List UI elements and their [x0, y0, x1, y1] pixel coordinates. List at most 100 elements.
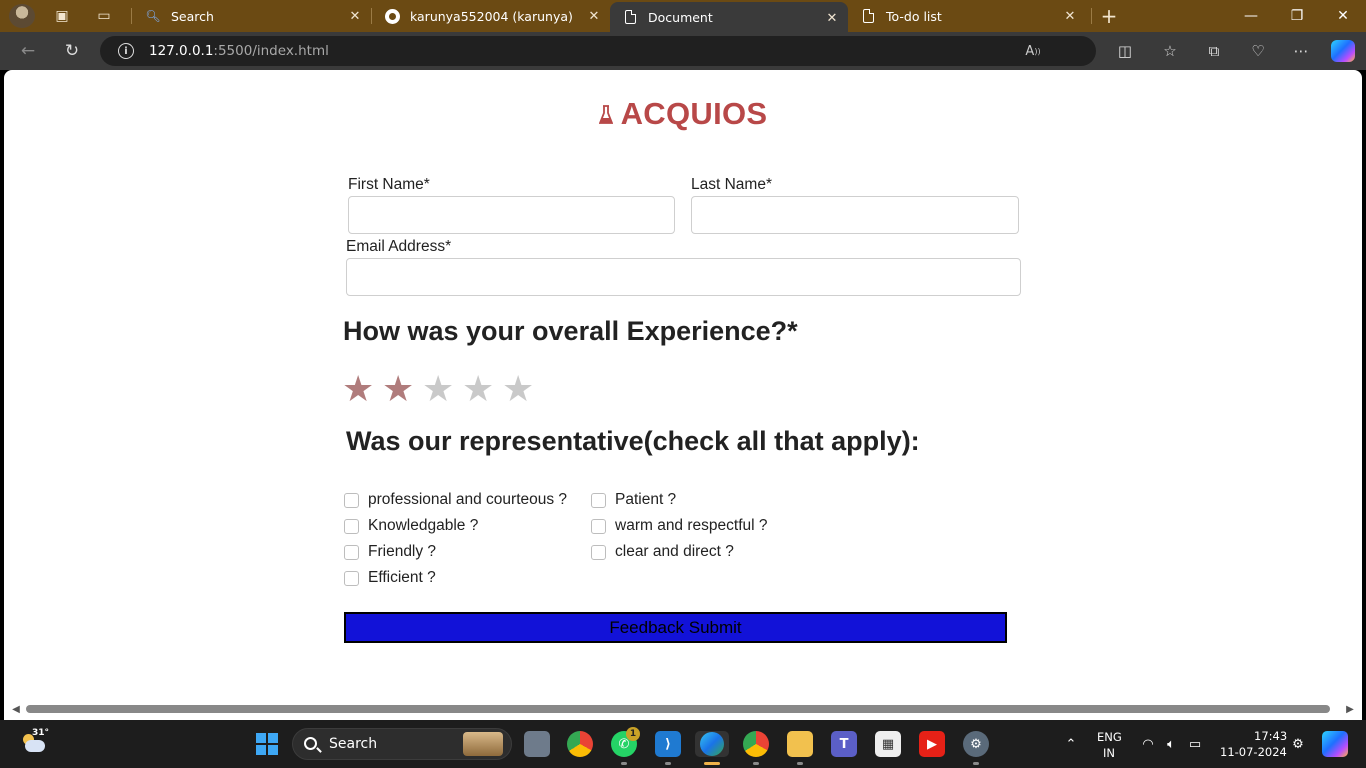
copilot-icon[interactable]	[1331, 40, 1355, 62]
checkbox[interactable]	[344, 544, 359, 560]
document-icon	[860, 8, 876, 24]
scroll-right-icon[interactable]: ▶	[1344, 703, 1356, 715]
language-indicator[interactable]: ENG	[1097, 730, 1122, 744]
horizontal-scrollbar[interactable]: ◀ ▶	[4, 700, 1362, 718]
refresh-icon[interactable]: ↻	[60, 40, 84, 62]
notification-icon[interactable]: ⚙	[1289, 735, 1307, 753]
favorites-icon[interactable]: ☆	[1160, 41, 1180, 61]
scrollbar-thumb[interactable]	[26, 705, 1330, 713]
rating-star-icon[interactable]: ★	[502, 368, 534, 412]
checkbox-patient[interactable]: Patient ?	[591, 491, 676, 509]
taskbar-search[interactable]: Search	[292, 728, 512, 760]
chrome-profile-icon[interactable]	[743, 731, 769, 757]
vscode-icon[interactable]: ⟩	[655, 731, 681, 757]
browser-toolbar: ← ↻ i 127.0.0.1:5500/index.html A)) ★ ◫ …	[0, 32, 1366, 353]
checkbox[interactable]	[591, 492, 606, 508]
first-name-input[interactable]	[348, 196, 675, 234]
wifi-icon[interactable]: ◠	[1139, 735, 1157, 753]
checkbox-label: Efficient ?	[368, 569, 436, 586]
checkbox[interactable]	[344, 570, 359, 586]
copilot-taskbar-icon[interactable]	[1322, 731, 1348, 757]
split-screen-icon[interactable]: ◫	[1115, 41, 1135, 61]
settings-icon[interactable]: ⚙	[963, 731, 989, 757]
running-indicator	[973, 762, 979, 765]
document-icon	[622, 9, 638, 25]
tab-separator	[1091, 8, 1092, 24]
teams-icon[interactable]: T	[831, 731, 857, 757]
checkbox-label: professional and courteous ?	[368, 491, 568, 508]
close-icon[interactable]: ✕	[1062, 8, 1078, 24]
checkbox-clear-direct[interactable]: clear and direct ?	[591, 543, 734, 561]
back-icon[interactable]: ←	[16, 40, 40, 62]
rating-star-icon[interactable]: ★	[382, 368, 414, 412]
checkbox[interactable]	[591, 518, 606, 534]
battery-icon[interactable]: ▭	[1186, 735, 1204, 753]
github-icon	[384, 8, 400, 24]
email-input[interactable]	[346, 258, 1021, 296]
youtube-icon[interactable]: ▶	[919, 731, 945, 757]
rating-star-icon[interactable]: ★	[462, 368, 494, 412]
checkbox[interactable]	[344, 492, 359, 508]
checkbox-label: Knowledgable ?	[368, 517, 479, 534]
scroll-left-icon[interactable]: ◀	[10, 703, 22, 715]
tab-document[interactable]: Document ✕	[610, 2, 848, 32]
tab-label: karunya552004 (karunya)	[410, 8, 573, 24]
restore-icon[interactable]: ❐	[1274, 0, 1320, 32]
last-name-label: Last Name*	[691, 176, 772, 193]
windows-taskbar: 31° Search ✆ 1 ⟩ T ▦ ▶ ⚙ ⌃ ENG IN ◠ 🔈︎ ▭…	[0, 720, 1366, 768]
checkbox-friendly[interactable]: Friendly ?	[344, 543, 436, 561]
workspaces-icon[interactable]: ▣	[52, 6, 72, 26]
microsoft-store-icon[interactable]: ▦	[875, 731, 901, 757]
running-indicator	[797, 762, 803, 765]
tab-github[interactable]: karunya552004 (karunya) ✕	[372, 0, 610, 32]
rating-star-icon[interactable]: ★	[422, 368, 454, 412]
file-explorer-icon[interactable]	[787, 731, 813, 757]
clock-date[interactable]: 11-07-2024	[1220, 745, 1287, 759]
collections-icon[interactable]: ⧉	[1204, 41, 1224, 61]
checkbox-professional[interactable]: professional and courteous ?	[344, 491, 567, 509]
checkbox-knowledgable[interactable]: Knowledgable ?	[344, 517, 478, 535]
close-icon[interactable]: ✕	[586, 8, 602, 24]
search-highlight-image	[463, 732, 503, 756]
tab-search[interactable]: 🔍︎ Search ✕	[133, 0, 371, 32]
rating-star-icon[interactable]: ★	[342, 368, 374, 412]
chrome-icon[interactable]	[567, 731, 593, 757]
clock-time[interactable]: 17:43	[1254, 729, 1287, 743]
vertical-tabs-icon[interactable]: ▭	[94, 6, 114, 26]
close-icon[interactable]: ✕	[347, 8, 363, 24]
close-window-icon[interactable]: ✕	[1320, 0, 1366, 32]
brand-name: ACQUIOS	[620, 96, 768, 131]
checkbox-efficient[interactable]: Efficient ?	[344, 569, 436, 587]
search-icon: 🔍︎	[145, 9, 161, 23]
region-indicator: IN	[1103, 746, 1115, 760]
minimize-icon[interactable]: —	[1228, 0, 1274, 32]
checkbox[interactable]	[344, 518, 359, 534]
new-tab-icon[interactable]: +	[1099, 4, 1119, 28]
close-icon[interactable]: ✕	[824, 10, 840, 26]
browser-essentials-icon[interactable]: ♡	[1248, 41, 1268, 61]
checkbox-label: clear and direct ?	[615, 543, 734, 560]
checkbox-warm-respectful[interactable]: warm and respectful ?	[591, 517, 768, 535]
profile-avatar[interactable]	[9, 4, 35, 28]
url-text[interactable]: 127.0.0.1:5500/index.html	[149, 43, 329, 59]
brand-logo: ACQUIOS	[4, 96, 1362, 132]
edge-icon[interactable]	[695, 731, 729, 757]
more-options-icon[interactable]: ⋯	[1291, 41, 1311, 61]
task-view-icon[interactable]	[524, 731, 550, 757]
last-name-input[interactable]	[691, 196, 1019, 234]
volume-muted-icon[interactable]: 🔈︎	[1162, 735, 1180, 753]
read-aloud-icon[interactable]: A))	[1024, 42, 1042, 60]
active-indicator	[704, 762, 720, 765]
running-indicator	[621, 762, 627, 765]
flask-icon	[598, 105, 613, 124]
show-hidden-icons-icon[interactable]: ⌃	[1062, 735, 1080, 753]
taskbar-search-label: Search	[329, 736, 378, 752]
checkbox[interactable]	[591, 544, 606, 560]
browser-tab-bar: ▣ ▭ 🔍︎ Search ✕ karunya552004 (karunya) …	[0, 0, 1366, 32]
start-icon[interactable]	[254, 731, 280, 757]
feedback-submit-button[interactable]: Feedback Submit	[344, 612, 1007, 643]
address-bar[interactable]: i 127.0.0.1:5500/index.html A)) ★	[100, 36, 1096, 353]
site-info-icon[interactable]: i	[118, 43, 134, 59]
whatsapp-badge: 1	[626, 727, 640, 741]
tab-todo[interactable]: To-do list ✕	[848, 0, 1086, 32]
